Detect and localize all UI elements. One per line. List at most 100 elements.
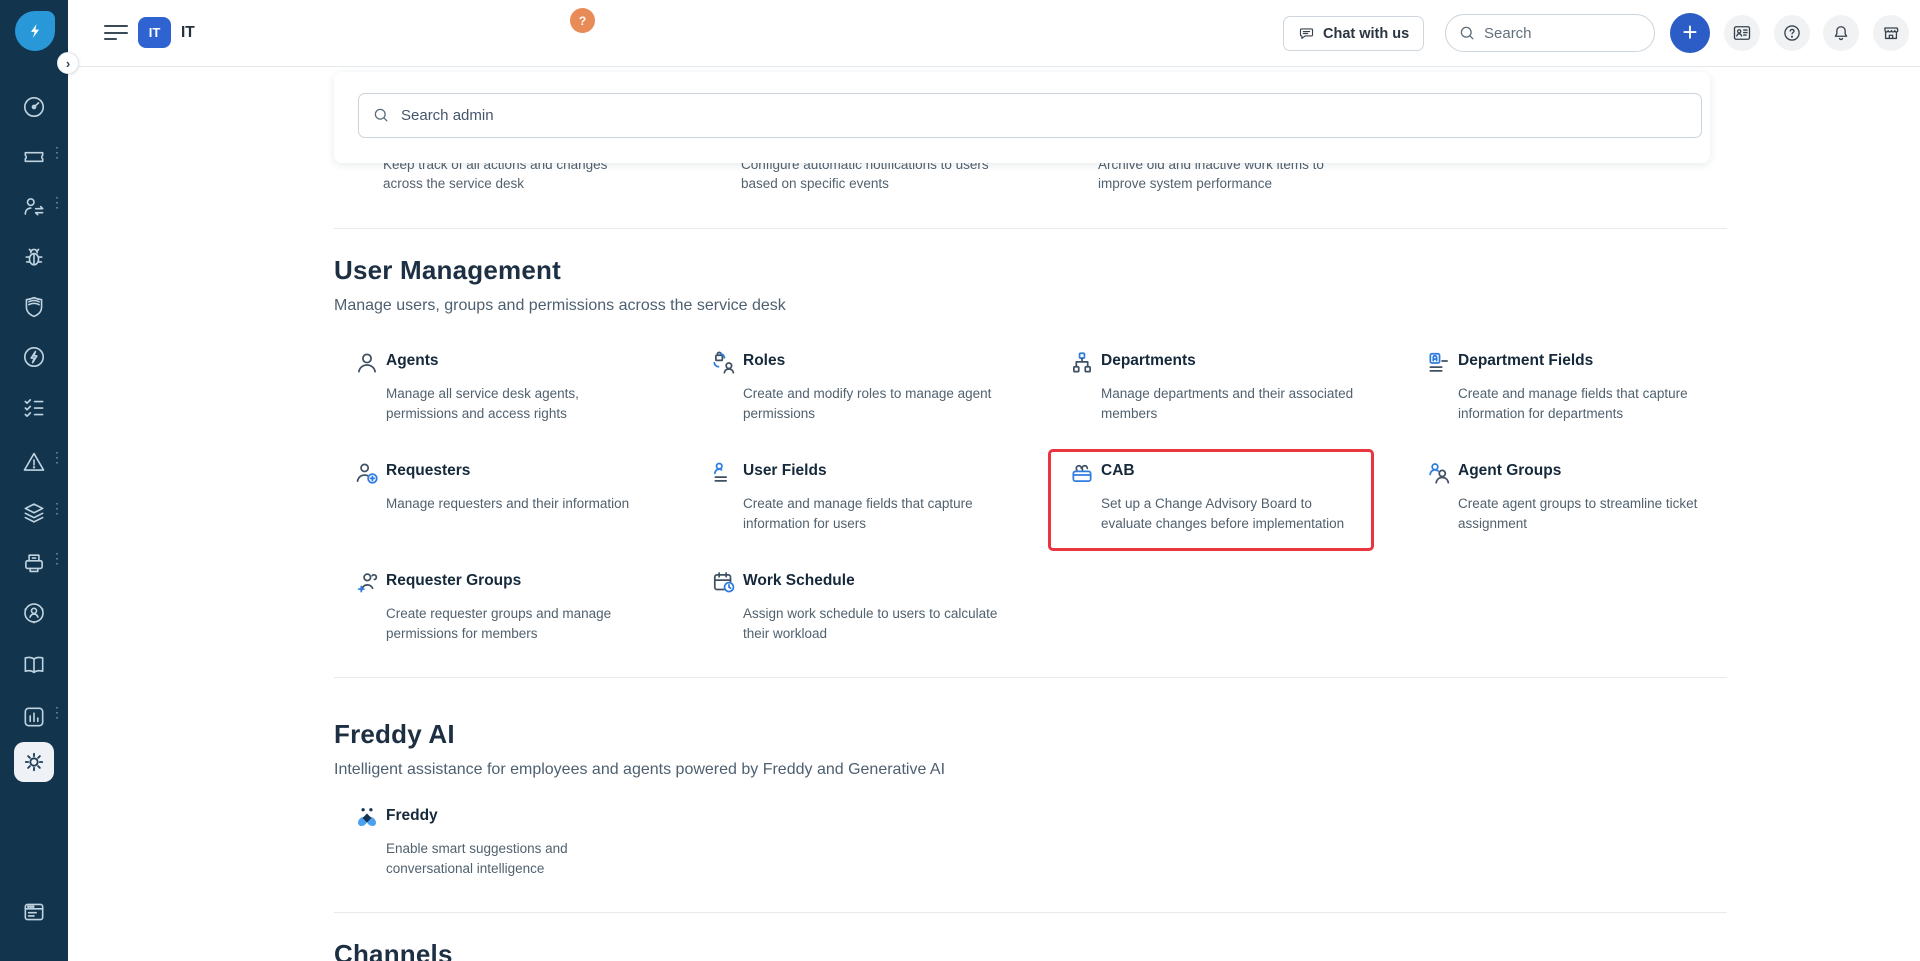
- admin-settings-content: Keep track of all actions and changes ac…: [68, 67, 1920, 961]
- kebab-menu-icon[interactable]: ⋮: [50, 495, 62, 521]
- card-title: User Fields: [743, 462, 827, 480]
- section-title-user-management: User Management: [334, 255, 561, 286]
- section-divider: [334, 912, 1727, 913]
- workspace-label: IT: [181, 24, 195, 42]
- clipped-desc-line: improve system performance: [1098, 174, 1408, 193]
- notifications-button[interactable]: [1823, 15, 1859, 51]
- global-search: [1445, 14, 1655, 52]
- requester-groups-icon: [354, 570, 380, 596]
- card-title: Departments: [1101, 352, 1196, 370]
- section-divider: [334, 228, 1727, 229]
- alert-triangle-icon: [21, 449, 47, 475]
- sidebar-expand-chevron[interactable]: ›: [57, 52, 79, 74]
- sidebar-item-admin-settings-active[interactable]: [14, 742, 54, 782]
- sidebar-toggle-icon[interactable]: [104, 25, 128, 42]
- section-divider: [334, 677, 1727, 678]
- sidebar: ⋮ ⋮ ⋮: [0, 0, 68, 961]
- card-title: Roles: [743, 352, 785, 370]
- sidebar-item-tasks[interactable]: [16, 390, 52, 426]
- freshservice-admin-page: ⋮ ⋮ ⋮: [0, 0, 1920, 961]
- kebab-menu-icon[interactable]: ⋮: [50, 545, 62, 571]
- departments-icon: [1069, 350, 1095, 376]
- department-fields-icon: [1426, 350, 1452, 376]
- bolt-icon: [24, 20, 46, 42]
- bar-chart-icon: [21, 704, 47, 730]
- requesters-icon: [354, 460, 380, 486]
- sidebar-item-services[interactable]: [16, 495, 52, 531]
- marketplace-button[interactable]: [1873, 15, 1909, 51]
- help-button[interactable]: [1774, 15, 1810, 51]
- sidebar-item-app-switcher[interactable]: [16, 894, 52, 930]
- sidebar-item-user-transfers[interactable]: [16, 189, 52, 225]
- workspace-badge[interactable]: IT: [138, 17, 171, 48]
- card-title: Agent Groups: [1458, 462, 1561, 480]
- topbar: IT IT ? Chat with us +: [68, 0, 1920, 67]
- card-title: Requester Groups: [386, 572, 521, 590]
- sidebar-item-problems[interactable]: [16, 239, 52, 275]
- chat-with-us-button[interactable]: Chat with us: [1283, 16, 1424, 51]
- roles-icon: [711, 350, 737, 376]
- kebab-menu-icon[interactable]: ⋮: [50, 139, 62, 165]
- sidebar-item-changes[interactable]: [16, 339, 52, 375]
- question-circle-icon: [1782, 23, 1802, 43]
- help-hotspot-badge[interactable]: ?: [570, 8, 595, 33]
- card-description: Enable smart suggestions and conversatio…: [386, 839, 616, 879]
- printer-icon: [21, 550, 47, 576]
- sidebar-item-knowledge-base[interactable]: [16, 647, 52, 683]
- ticket-icon: [21, 144, 47, 170]
- section-title-channels: Channels: [334, 939, 453, 961]
- clipped-desc-line: based on specific events: [741, 174, 1051, 193]
- work-schedule-icon: [711, 570, 737, 596]
- card-description: Set up a Change Advisory Board to evalua…: [1101, 494, 1359, 534]
- admin-search: [358, 93, 1702, 138]
- speedometer-icon: [21, 94, 47, 120]
- user-arrows-icon: [21, 194, 47, 220]
- sidebar-item-releases[interactable]: [16, 289, 52, 325]
- card-description: Create agent groups to streamline ticket…: [1458, 494, 1716, 534]
- card-title: Work Schedule: [743, 572, 855, 590]
- user-orbit-icon: [21, 600, 47, 626]
- card-title: Department Fields: [1458, 352, 1593, 370]
- section-subtitle-freddy-ai: Intelligent assistance for employees and…: [334, 761, 945, 779]
- sidebar-item-alerts[interactable]: [16, 444, 52, 480]
- sidebar-item-cmdb[interactable]: [16, 595, 52, 631]
- cab-icon: [1069, 460, 1095, 486]
- card-description: Manage departments and their associated …: [1101, 384, 1359, 424]
- search-icon: [1458, 24, 1476, 47]
- sidebar-item-tickets[interactable]: [16, 139, 52, 175]
- shield-icon: [21, 294, 47, 320]
- agents-icon: [354, 350, 380, 376]
- card-description: Create and manage fields that capture in…: [743, 494, 1001, 534]
- checklist-icon: [21, 395, 47, 421]
- admin-search-panel: [334, 72, 1710, 163]
- kebab-menu-icon[interactable]: ⋮: [50, 189, 62, 215]
- card-description: Manage requesters and their information: [386, 494, 644, 514]
- card-description: Create requester groups and manage permi…: [386, 604, 644, 644]
- agent-groups-icon: [1426, 460, 1452, 486]
- global-search-input[interactable]: [1445, 14, 1655, 52]
- card-description: Create and modify roles to manage agent …: [743, 384, 1001, 424]
- bolt-circle-icon: [21, 344, 47, 370]
- contact-card-icon: [1732, 23, 1752, 43]
- card-description: Create and manage fields that capture in…: [1458, 384, 1716, 424]
- admin-search-input[interactable]: [358, 93, 1702, 138]
- bell-icon: [1831, 23, 1851, 43]
- chat-bubble-icon: [1298, 25, 1315, 42]
- contact-card-button[interactable]: [1724, 15, 1760, 51]
- kebab-menu-icon[interactable]: ⋮: [50, 699, 62, 725]
- search-icon: [372, 106, 390, 129]
- layers-icon: [21, 500, 47, 526]
- sidebar-item-analytics[interactable]: [16, 699, 52, 735]
- clipped-desc-line: across the service desk: [383, 174, 693, 193]
- freshservice-logo[interactable]: [15, 11, 55, 51]
- kebab-menu-icon[interactable]: ⋮: [50, 444, 62, 470]
- card-title: Freddy: [386, 807, 438, 825]
- quick-create-button[interactable]: +: [1670, 13, 1710, 53]
- gear-icon: [21, 749, 47, 775]
- sidebar-item-print-jobs[interactable]: [16, 545, 52, 581]
- section-subtitle-user-management: Manage users, groups and permissions acr…: [334, 297, 786, 315]
- card-description: Assign work schedule to users to calcula…: [743, 604, 1001, 644]
- bug-icon: [21, 244, 47, 270]
- app-window-icon: [21, 899, 47, 925]
- sidebar-item-dashboard[interactable]: [16, 89, 52, 125]
